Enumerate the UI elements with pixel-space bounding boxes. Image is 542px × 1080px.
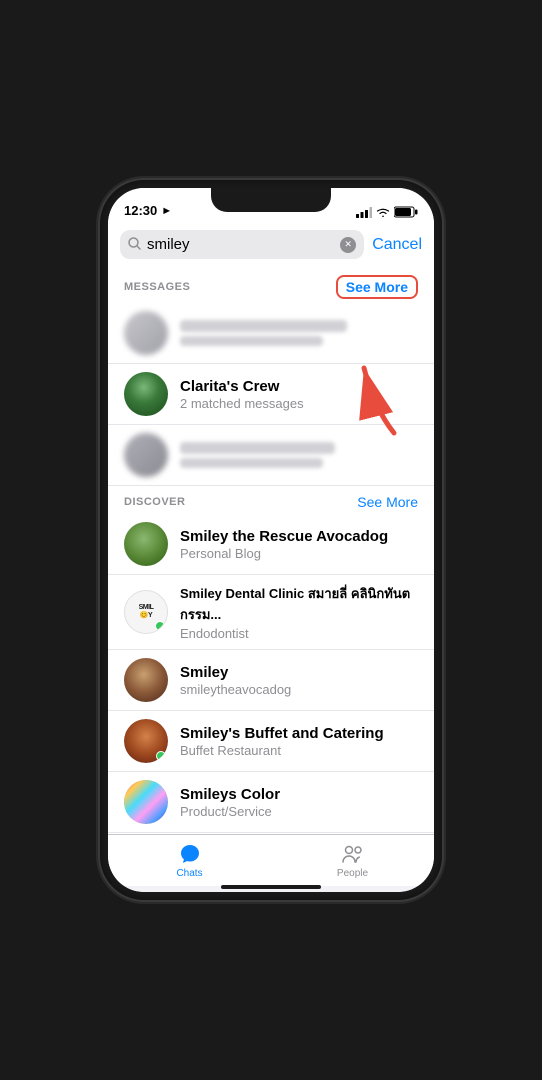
message-item-3[interactable] <box>108 425 434 486</box>
clear-search-button[interactable] <box>340 237 356 253</box>
cancel-button[interactable]: Cancel <box>372 236 422 254</box>
discover-section-header: DISCOVER See More <box>108 486 434 514</box>
wifi-icon <box>376 207 390 218</box>
item-sub: Product/Service <box>180 804 418 819</box>
battery-icon <box>394 206 418 218</box>
people-icon <box>341 842 365 866</box>
online-indicator <box>155 621 165 631</box>
message-item-1[interactable] <box>108 303 434 364</box>
item-name: Smiley the Rescue Avocadog <box>180 528 418 545</box>
discover-item-3[interactable]: Smiley smileytheavocadog <box>108 650 434 711</box>
chats-icon <box>178 842 202 866</box>
location-icon: ► <box>161 205 172 217</box>
discover-item-5[interactable]: Smileys Color Product/Service <box>108 772 434 833</box>
avatar <box>124 658 168 702</box>
item-sub: smileytheavocadog <box>180 682 418 697</box>
search-input-wrap[interactable]: smiley <box>120 230 364 259</box>
discover-see-more-button[interactable]: See More <box>357 494 418 510</box>
item-name: Smiley Dental Clinic สมายลี่ คลินิกทันตก… <box>180 583 418 625</box>
main-content: smiley Cancel MESSAGES See More <box>108 222 434 834</box>
avatar <box>124 522 168 566</box>
item-info: Smiley's Buffet and Catering Buffet Rest… <box>180 725 418 758</box>
blurred-sub <box>180 336 323 346</box>
search-bar-row: smiley Cancel <box>108 222 434 267</box>
online-indicator <box>156 751 166 761</box>
item-sub: 2 matched messages <box>180 396 418 411</box>
item-sub: Buffet Restaurant <box>180 743 418 758</box>
item-name: Smileys Color <box>180 786 418 803</box>
blurred-name <box>180 320 347 332</box>
item-sub: Endodontist <box>180 626 418 641</box>
avatar <box>124 311 168 355</box>
message-item-2[interactable]: Clarita's Crew 2 matched messages <box>108 364 434 425</box>
avatar <box>124 372 168 416</box>
avatar <box>124 433 168 477</box>
blurred-sub <box>180 458 323 468</box>
messages-see-more-button[interactable]: See More <box>336 275 418 299</box>
item-info: Smiley Dental Clinic สมายลี่ คลินิกทันตก… <box>180 583 418 641</box>
notch <box>211 188 331 212</box>
item-name: Smiley <box>180 664 418 681</box>
time-display: 12:30 <box>124 203 157 218</box>
search-query[interactable]: smiley <box>147 236 334 253</box>
home-bar <box>221 885 321 889</box>
item-sub: Personal Blog <box>180 546 418 561</box>
tab-bar: Chats People <box>108 834 434 886</box>
discover-item-4[interactable]: Smiley's Buffet and Catering Buffet Rest… <box>108 711 434 772</box>
item-info <box>180 442 418 468</box>
signal-icon <box>356 207 372 218</box>
avatar <box>124 780 168 824</box>
chats-label: Chats <box>176 868 202 879</box>
item-name: Smiley's Buffet and Catering <box>180 725 418 742</box>
item-info <box>180 320 418 346</box>
blurred-name <box>180 442 335 454</box>
item-info: Smiley the Rescue Avocadog Personal Blog <box>180 528 418 561</box>
tab-chats[interactable]: Chats <box>108 842 271 879</box>
messages-section-header: MESSAGES See More <box>108 267 434 303</box>
phone-frame: 12:30 ► <box>100 180 442 900</box>
discover-section-label: DISCOVER <box>124 496 185 508</box>
phone-screen: 12:30 ► <box>108 188 434 892</box>
discover-item-1[interactable]: Smiley the Rescue Avocadog Personal Blog <box>108 514 434 575</box>
search-icon <box>128 237 141 253</box>
status-time: 12:30 ► <box>124 203 172 218</box>
tab-people[interactable]: People <box>271 842 434 879</box>
item-name: Clarita's Crew <box>180 378 418 395</box>
avatar: SMIL😊Y <box>124 590 168 634</box>
discover-item-2[interactable]: SMIL😊Y Smiley Dental Clinic สมายลี่ คลิน… <box>108 575 434 650</box>
home-indicator <box>108 886 434 892</box>
avatar <box>124 719 168 763</box>
messages-section-label: MESSAGES <box>124 281 190 293</box>
item-info: Smileys Color Product/Service <box>180 786 418 819</box>
item-info: Smiley smileytheavocadog <box>180 664 418 697</box>
status-icons <box>356 206 418 218</box>
item-info: Clarita's Crew 2 matched messages <box>180 378 418 411</box>
people-label: People <box>337 868 368 879</box>
